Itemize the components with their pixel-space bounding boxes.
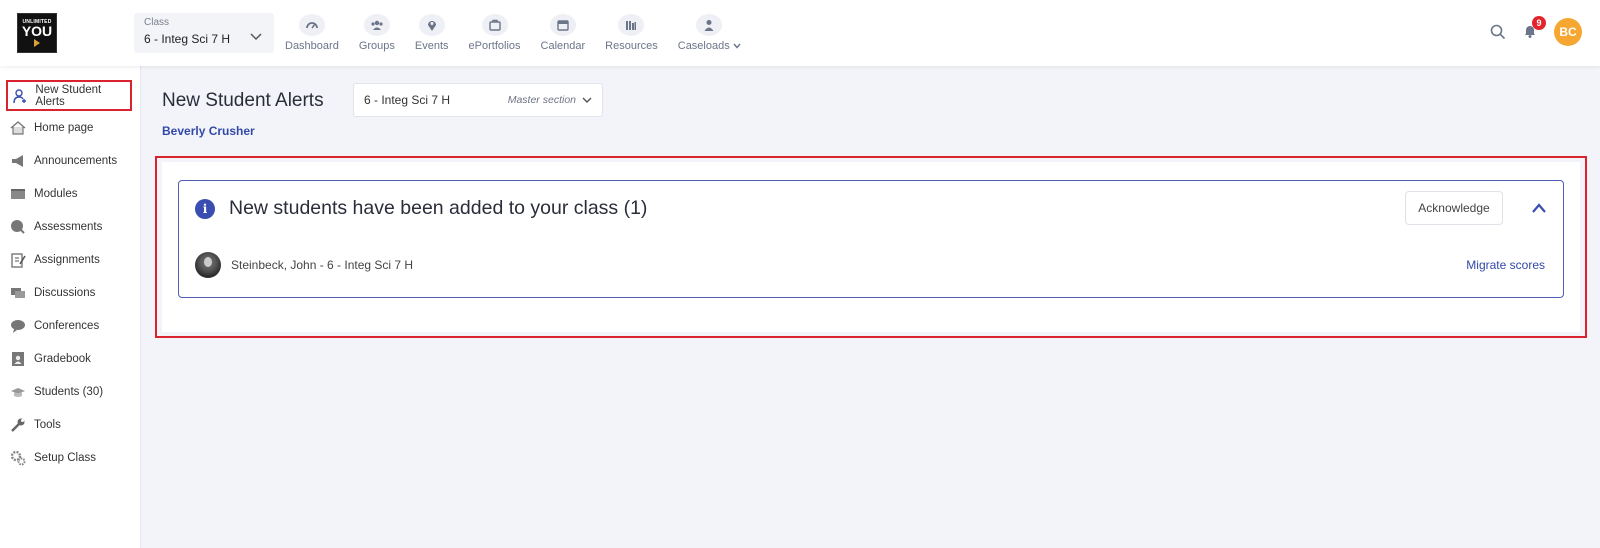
nav-label-caseloads: Caseloads (678, 40, 741, 52)
section-select-hint: Master section (507, 94, 576, 106)
student-row: Steinbeck, John - 6 - Integ Sci 7 H Migr… (195, 251, 1545, 279)
nav-label: Caseloads (677, 40, 730, 52)
notification-count-badge: 9 (1532, 15, 1546, 30)
chat-icon (9, 284, 27, 302)
nav-events[interactable]: Events (415, 14, 449, 52)
sidebar-item-label: Setup Class (34, 451, 97, 464)
sidebar-item-label: Conferences (34, 319, 100, 332)
gear-icon (9, 449, 27, 467)
portfolio-icon (481, 14, 508, 36)
main-nav: Dashboard Groups Events ePortfolios Cale… (285, 14, 761, 52)
folder-icon (9, 185, 27, 203)
sidebar-item-gradebook[interactable]: Gradebook (0, 342, 140, 375)
nav-label: Resources (605, 40, 658, 52)
teacher-name-link[interactable]: Beverly Crusher (162, 124, 255, 138)
new-student-alert-card: i New students have been added to your c… (178, 180, 1564, 298)
nav-calendar[interactable]: Calendar (540, 14, 586, 52)
sidebar-item-label: Modules (34, 187, 78, 200)
logo-line2: YOU (21, 23, 53, 39)
chevron-down-icon (733, 43, 741, 49)
conference-icon (9, 317, 27, 335)
search-icon[interactable] (1490, 24, 1506, 40)
chevron-down-icon (582, 97, 592, 103)
nav-eportfolios[interactable]: ePortfolios (469, 14, 521, 52)
migrate-scores-link[interactable]: Migrate scores (1466, 258, 1545, 272)
nav-label: Dashboard (285, 40, 339, 52)
sidebar-item-announcements[interactable]: Announcements (0, 144, 140, 177)
chevron-up-icon[interactable] (1531, 201, 1547, 215)
megaphone-icon (9, 152, 27, 170)
page-title: New Student Alerts (162, 90, 324, 111)
nav-label: Calendar (540, 40, 586, 52)
wrench-icon (9, 416, 27, 434)
students-icon (9, 383, 27, 401)
notifications-button[interactable]: 9 (1522, 15, 1546, 42)
person-icon (696, 14, 723, 36)
top-bar: UNLIMITED YOU Class 6 - Integ Sci 7 H Da… (0, 0, 1600, 66)
sidebar-item-tools[interactable]: Tools (0, 408, 140, 441)
sidebar-item-label: New Student Alerts (35, 83, 102, 108)
alerts-panel-body: i New students have been added to your c… (162, 162, 1580, 332)
student-name: Steinbeck, John - 6 - Integ Sci 7 H (231, 258, 414, 272)
sidebar-item-label: Assignments (34, 253, 100, 266)
books-icon (618, 14, 645, 36)
map-pin-icon (418, 14, 445, 36)
gauge-icon (298, 14, 325, 36)
sidebar-item-discussions[interactable]: Discussions (0, 276, 140, 309)
sidebar-item-conferences[interactable]: Conferences (0, 309, 140, 342)
sidebar-item-label: Home page (34, 121, 94, 134)
section-select[interactable]: 6 - Integ Sci 7 H Master section (353, 83, 603, 117)
sidebar-item-label: Students (30) (34, 385, 104, 398)
home-icon (9, 119, 27, 137)
sidebar-item-new-student-alerts[interactable]: New Student Alerts (6, 80, 132, 111)
sidebar-item-modules[interactable]: Modules (0, 177, 140, 210)
app-logo[interactable]: UNLIMITED YOU (17, 13, 57, 53)
gradebook-icon (9, 350, 27, 368)
sidebar-item-assessments[interactable]: Assessments (0, 210, 140, 243)
calendar-icon (549, 14, 576, 36)
acknowledge-button[interactable]: Acknowledge (1405, 191, 1503, 225)
alerts-panel: i New students have been added to your c… (155, 156, 1587, 338)
alert-title: New students have been added to your cla… (229, 197, 648, 219)
nav-label: Events (414, 40, 449, 52)
nav-caseloads[interactable]: Caseloads (678, 14, 741, 52)
class-select[interactable]: Class 6 - Integ Sci 7 H (134, 13, 274, 53)
sidebar-item-label: Assessments (34, 220, 103, 233)
chevron-down-icon (250, 33, 262, 41)
sidebar-item-students[interactable]: Students (30) (0, 375, 140, 408)
groups-icon (363, 14, 390, 36)
user-avatar[interactable]: BC (1554, 18, 1582, 46)
clipboard-icon (9, 251, 27, 269)
nav-groups[interactable]: Groups (359, 14, 395, 52)
class-select-caption: Class (144, 17, 170, 28)
nav-label: ePortfolios (468, 40, 521, 52)
info-icon: i (195, 198, 215, 219)
sidebar-item-label: Discussions (34, 286, 96, 299)
sidebar-item-home[interactable]: Home page (0, 111, 140, 144)
add-user-icon (11, 87, 28, 105)
logo-arrow-icon (34, 39, 40, 47)
sidebar-item-label: Gradebook (34, 352, 91, 365)
sidebar-item-setup-class[interactable]: Setup Class (0, 441, 140, 474)
nav-label: Groups (358, 40, 395, 52)
student-avatar (195, 252, 221, 278)
nav-resources[interactable]: Resources (605, 14, 658, 52)
alert-header: i New students have been added to your c… (195, 197, 647, 220)
section-select-value: 6 - Integ Sci 7 H (364, 93, 451, 107)
nav-dashboard[interactable]: Dashboard (285, 14, 339, 52)
top-right-tools: 9 BC (1490, 15, 1582, 46)
sidebar-item-label: Tools (34, 418, 61, 431)
sidebar-item-label: Announcements (34, 154, 118, 167)
class-select-value: 6 - Integ Sci 7 H (144, 32, 231, 46)
assessment-icon (9, 218, 27, 236)
sidebar-item-assignments[interactable]: Assignments (0, 243, 140, 276)
sidebar: New Student Alerts Home page Announcemen… (0, 66, 141, 548)
